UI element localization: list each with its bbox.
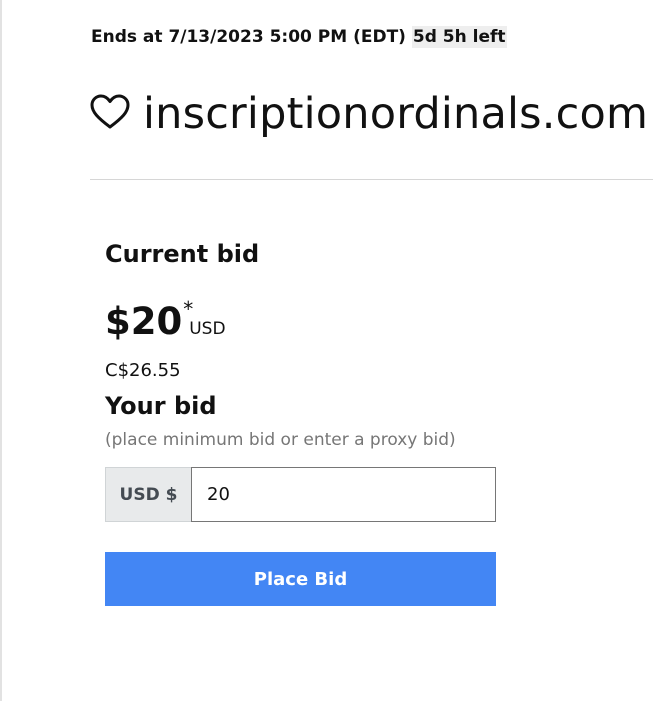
bid-hint: (place minimum bid or enter a proxy bid) [105, 430, 456, 450]
current-bid-currency: USD [189, 319, 226, 339]
domain-name: inscriptionordinals.com [143, 89, 649, 139]
your-bid-label: Your bid [105, 392, 217, 420]
divider [90, 179, 653, 180]
heart-icon[interactable] [90, 94, 130, 130]
bid-footnote-asterisk: * [183, 297, 194, 321]
bid-input-group: USD $ [105, 467, 496, 522]
page-left-border [0, 0, 2, 701]
converted-bid-amount: C$26.55 [105, 360, 181, 381]
current-bid-amount-row: $20*USD [105, 297, 226, 343]
bid-amount-input[interactable] [191, 467, 496, 522]
current-bid-amount: $20 [105, 300, 183, 343]
place-bid-button[interactable]: Place Bid [105, 552, 496, 606]
listing-title-row: inscriptionordinals.com [90, 86, 648, 142]
currency-addon: USD $ [105, 467, 191, 522]
auction-end-info: Ends at 7/13/2023 5:00 PM (EDT) 5d 5h le… [91, 26, 507, 48]
time-left-badge: 5d 5h left [411, 26, 507, 48]
auction-end-time: Ends at 7/13/2023 5:00 PM (EDT) [91, 27, 406, 47]
current-bid-label: Current bid [105, 240, 260, 268]
